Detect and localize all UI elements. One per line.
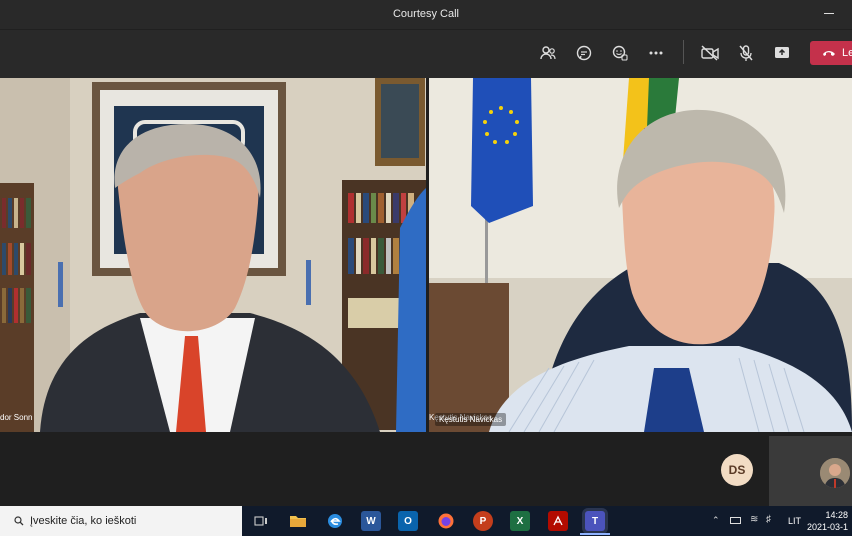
volume-icon[interactable]: ♯ xyxy=(766,514,771,525)
battery-icon[interactable] xyxy=(730,517,741,524)
avatar[interactable]: DS xyxy=(721,454,753,486)
video-tile-right[interactable]: Kęstutis Navickas Kęstutis Navickas xyxy=(429,78,852,432)
participant-name-tag-right: Kęstutis Navickas xyxy=(435,413,507,426)
chevron-up-icon[interactable]: ⌃ xyxy=(712,515,720,526)
leave-label: Le xyxy=(842,47,852,59)
search-placeholder: Įveskite čia, ko ieškoti xyxy=(30,515,137,527)
teams-active-indicator xyxy=(580,533,610,535)
teams-icon[interactable]: T xyxy=(585,511,605,531)
self-avatar xyxy=(820,458,850,488)
title-bar: Courtesy Call xyxy=(0,0,852,30)
video-tile-left[interactable]: dor Sonn xyxy=(0,78,426,432)
window-title: Courtesy Call xyxy=(392,8,460,20)
participant-video-right: Kęstutis Navickas xyxy=(429,78,852,432)
firefox-icon[interactable] xyxy=(436,511,456,531)
outlook-icon[interactable]: O xyxy=(398,511,418,531)
leave-button[interactable]: Le xyxy=(810,41,852,65)
participant-name-left: dor Sonn xyxy=(0,413,32,422)
acrobat-icon[interactable] xyxy=(548,511,568,531)
reactions-icon[interactable] xyxy=(609,42,631,64)
more-icon[interactable] xyxy=(645,42,667,64)
word-icon[interactable]: W xyxy=(361,511,381,531)
wifi-icon[interactable]: ≋ xyxy=(750,514,758,525)
task-view-icon[interactable] xyxy=(251,511,271,531)
language-indicator[interactable]: LIT xyxy=(788,516,801,526)
file-explorer-icon[interactable] xyxy=(288,511,308,531)
excel-icon[interactable]: X xyxy=(510,511,530,531)
hang-up-icon xyxy=(823,51,835,56)
minimize-button[interactable] xyxy=(824,13,834,14)
mic-off-icon[interactable] xyxy=(735,42,757,64)
participant-video-left: dor Sonn xyxy=(0,78,426,432)
search-icon xyxy=(14,516,24,526)
edge-browser-icon[interactable] xyxy=(325,511,345,531)
clock-time: 14:28 xyxy=(825,510,848,520)
toolbar-divider xyxy=(683,40,684,64)
taskbar-clock[interactable]: 14:28 2021-03-1 xyxy=(807,509,848,533)
meeting-toolbar: Le xyxy=(0,30,852,78)
system-tray: ⌃ ≋ ♯ LIT xyxy=(710,506,810,536)
taskbar-search[interactable]: Įveskite čia, ko ieškoti xyxy=(0,506,242,536)
participant-name-right-label: Kęstutis Navickas xyxy=(439,415,503,424)
chat-icon[interactable] xyxy=(573,42,595,64)
participants-icon[interactable] xyxy=(537,42,559,64)
share-icon[interactable] xyxy=(771,42,793,64)
clock-date: 2021-03-1 xyxy=(806,522,848,532)
windows-taskbar: Įveskite čia, ko ieškoti W O P X T ⌃ ≋ ♯… xyxy=(0,506,852,536)
avatar-initials: DS xyxy=(728,463,746,477)
powerpoint-icon[interactable]: P xyxy=(473,511,493,531)
self-view-tile[interactable] xyxy=(769,436,852,506)
participant-strip: DS xyxy=(0,432,852,506)
camera-off-icon[interactable] xyxy=(699,42,721,64)
